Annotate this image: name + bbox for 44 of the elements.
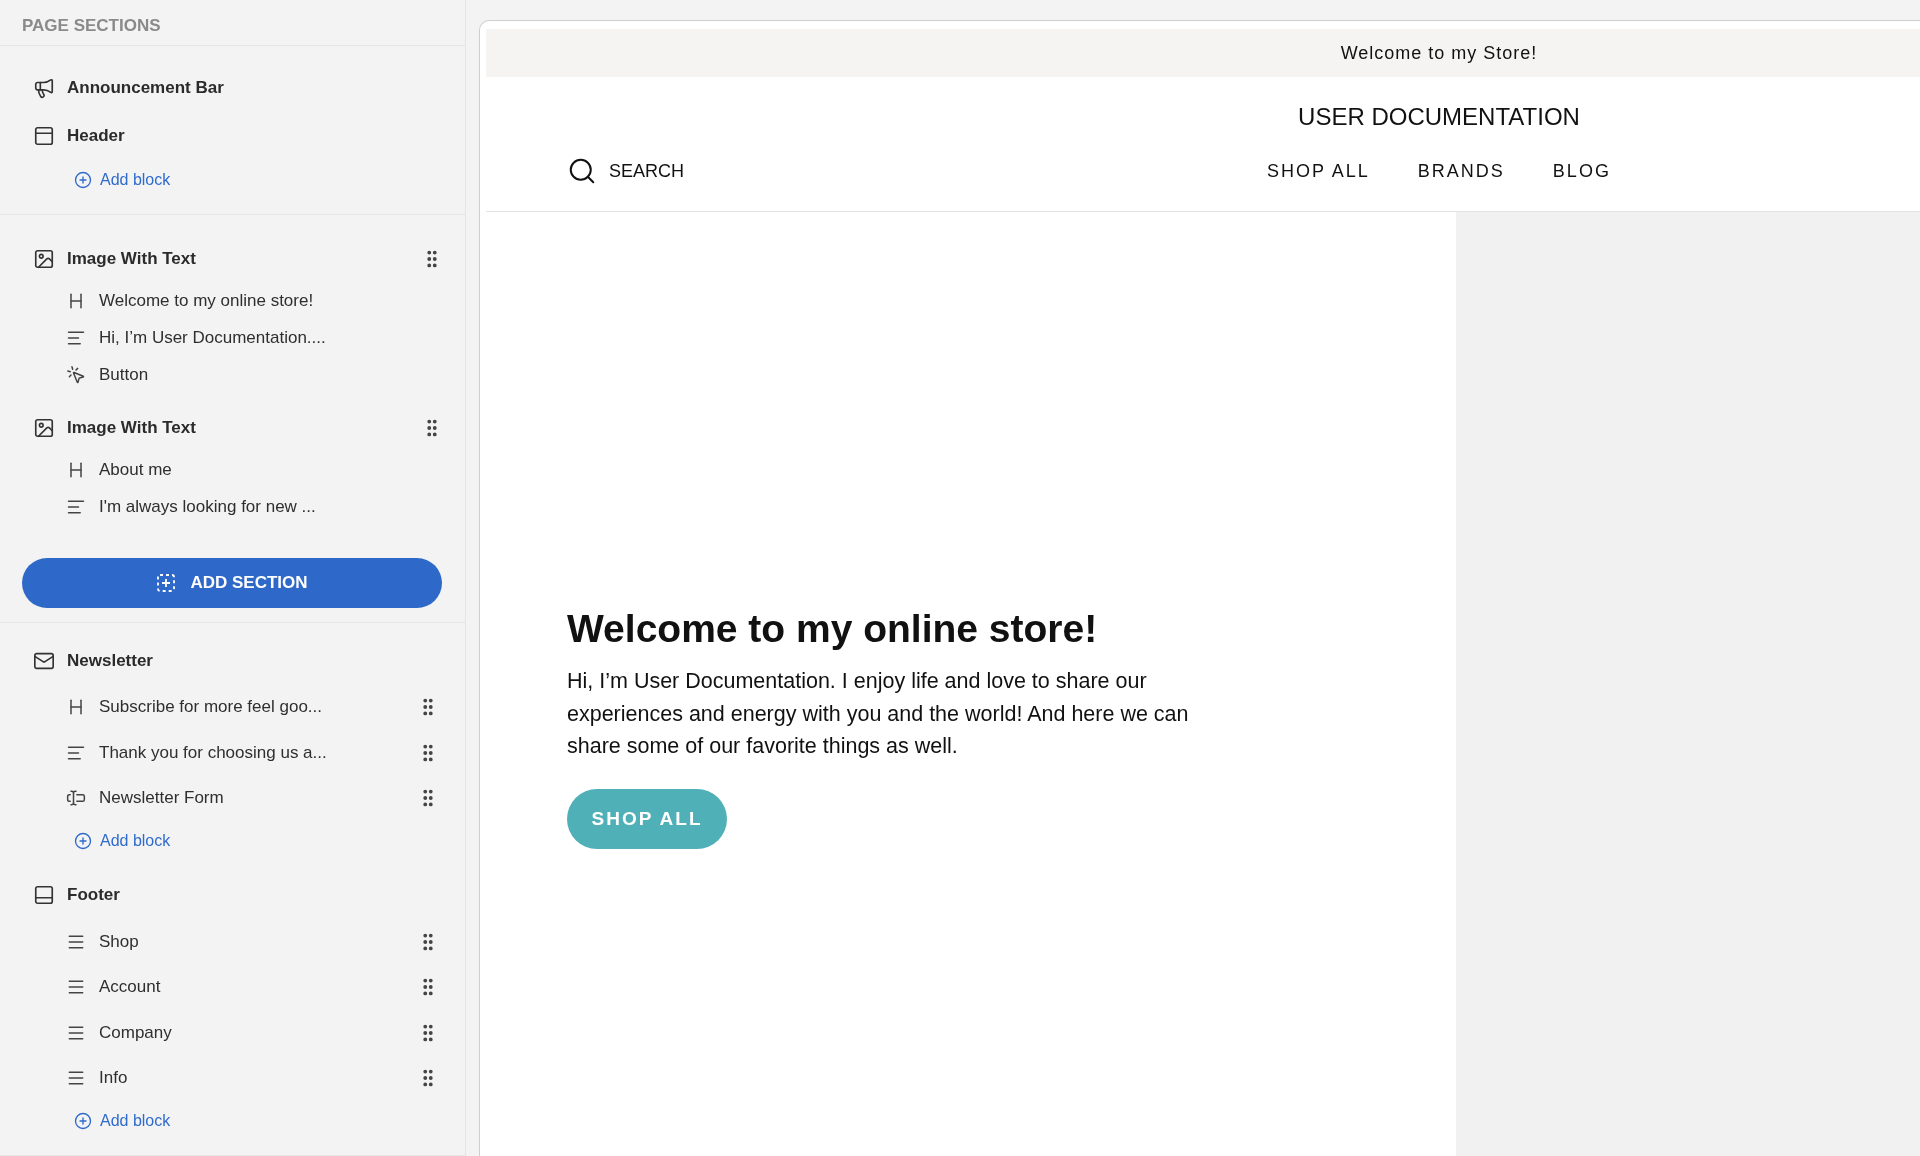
text-lines-icon (66, 328, 86, 348)
add-block-link[interactable]: Add block (74, 1101, 171, 1141)
announcement-text: Welcome to my Store! (1340, 42, 1538, 64)
block-item[interactable]: Welcome to my online store! (99, 291, 439, 311)
panel-title: PAGE SECTIONS (0, 0, 465, 46)
text-lines-icon (66, 497, 86, 517)
section-item[interactable]: Header (67, 125, 443, 146)
header-layout-icon (33, 124, 55, 147)
add-block-link[interactable]: Add block (74, 821, 171, 861)
section-item[interactable]: Footer (67, 885, 443, 905)
block-item[interactable]: Shop (99, 931, 417, 952)
section-item[interactable]: Image With Text (67, 417, 421, 438)
block-item[interactable]: About me (99, 460, 439, 480)
block-item[interactable]: I'm always looking for new ... (99, 497, 439, 517)
add-icon (74, 832, 92, 850)
hero-heading: Welcome to my online store! (567, 607, 1098, 651)
block-item[interactable]: Hi, I’m User Documentation.... (99, 328, 439, 348)
add-section-button[interactable]: ADD SECTION (22, 557, 442, 608)
block-item[interactable]: Newsletter Form (99, 788, 417, 809)
block-item[interactable]: Info (99, 1068, 417, 1089)
block-item[interactable]: Thank you for choosing us a... (99, 742, 417, 763)
add-icon (74, 170, 92, 189)
add-section-icon (156, 572, 177, 593)
hero-text: Hi, I’m User Documentation. I enjoy life and love to share our experiences and energy with you and the world! And here we can share some of our favorite things as well. (567, 668, 1190, 760)
search-icon (567, 156, 597, 186)
image-icon (33, 247, 55, 270)
block-item[interactable]: Account (99, 977, 417, 998)
add-icon (74, 1112, 92, 1130)
nav-link[interactable]: BRANDS (1417, 160, 1505, 182)
block-item[interactable]: Subscribe for more feel goo... (99, 697, 417, 718)
megaphone-icon (33, 76, 55, 99)
block-item[interactable]: Button (99, 365, 439, 385)
store-title[interactable]: USER DOCUMENTATION (1298, 103, 1580, 130)
block-item[interactable]: Company (99, 1022, 417, 1043)
pointer-click-icon (66, 365, 86, 385)
search-link[interactable]: SEARCH (567, 156, 684, 186)
nav-link[interactable]: BLOG (1552, 160, 1611, 182)
image-icon (33, 416, 55, 439)
footer-layout-icon (33, 884, 55, 906)
nav-link[interactable]: SHOP ALL (1267, 160, 1370, 182)
add-block-link[interactable]: Add block (74, 159, 171, 200)
section-item[interactable]: Image With Text (67, 248, 421, 269)
section-item[interactable]: Newsletter (67, 650, 443, 671)
section-item[interactable]: Announcement Bar (67, 77, 443, 98)
